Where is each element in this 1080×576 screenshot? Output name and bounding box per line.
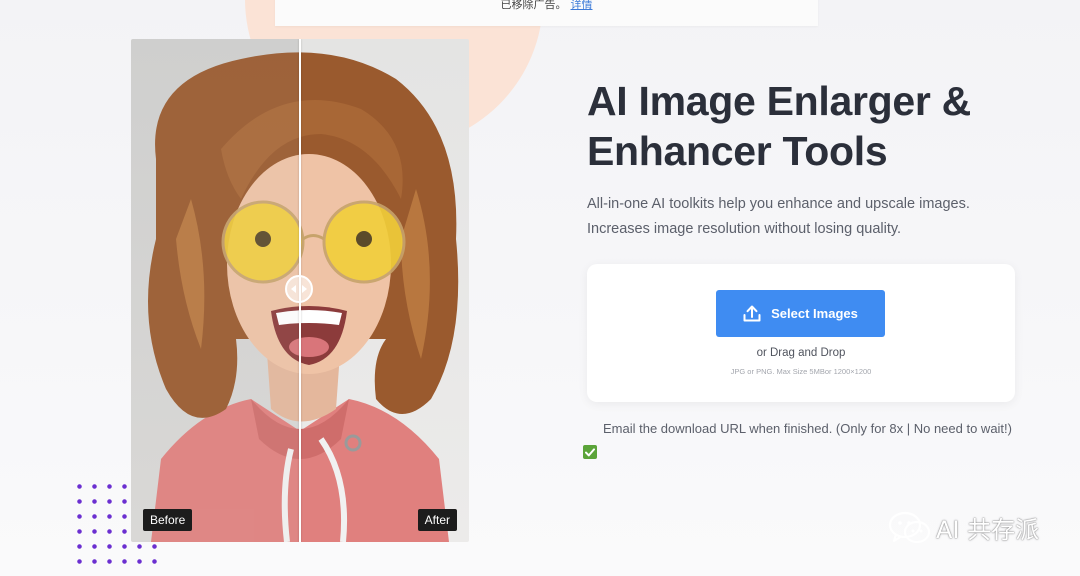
wechat-logo-icon	[888, 511, 931, 543]
drag-drop-text: or Drag and Drop	[756, 347, 846, 359]
email-option-label: Email the download URL when finished. (O…	[603, 421, 1012, 436]
upload-dropzone[interactable]: Select Images or Drag and Drop JPG or PN…	[587, 264, 1015, 402]
email-checkbox[interactable]	[583, 445, 597, 459]
select-images-label: Select Images	[771, 306, 858, 321]
notice-details-link[interactable]: 详情	[571, 0, 593, 12]
after-label: After	[417, 509, 457, 531]
select-images-button[interactable]: Select Images	[716, 290, 885, 337]
page-title: AI Image Enlarger & Enhancer Tools	[587, 78, 971, 174]
comparison-slider-handle[interactable]	[285, 275, 313, 303]
checkmark-icon	[585, 447, 595, 456]
upload-icon	[743, 305, 761, 322]
arrows-left-right-icon	[291, 285, 307, 293]
before-after-comparison[interactable]: Before After	[131, 39, 469, 542]
page-subtitle: All-in-one AI toolkits help you enhance …	[587, 196, 970, 237]
file-requirements-hint: JPG or PNG. Max Size 5MBor 1200×1200	[730, 367, 872, 376]
wechat-watermark: AI 共存派	[888, 510, 1039, 545]
email-option[interactable]: Email the download URL when finished. (O…	[583, 417, 1013, 465]
ad-removed-notice: 已移除广告。 详情	[275, 0, 818, 26]
before-label: Before	[143, 509, 193, 531]
watermark-text: AI 共存派	[936, 516, 1040, 544]
notice-text: 已移除广告。	[500, 0, 567, 11]
